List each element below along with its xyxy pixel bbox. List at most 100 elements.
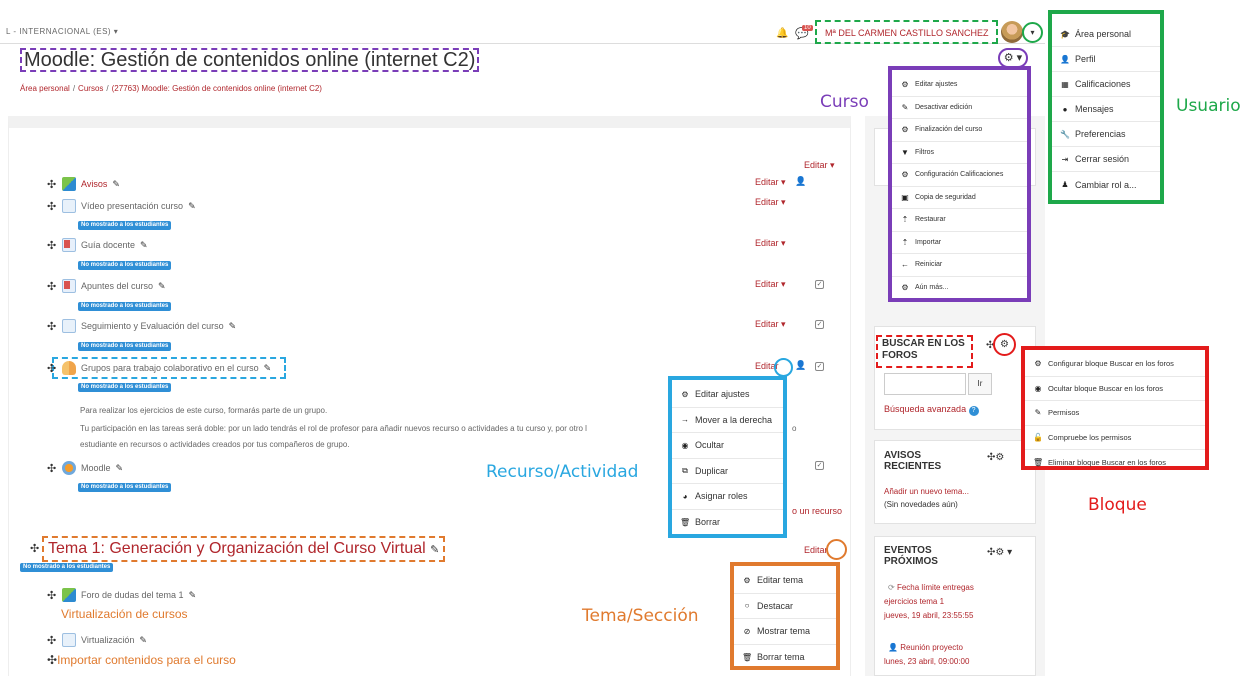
block-actions-toggle[interactable]: ⚙	[993, 333, 1016, 356]
event-date[interactable]: jueves, 19 abril, 23:55:55	[884, 611, 973, 620]
section-menu-item[interactable]: 🗑 Borrar tema	[734, 645, 836, 671]
course-actions-toggle[interactable]: ⚙ ▾	[998, 48, 1028, 68]
user-menu-item[interactable]: ● Mensajes	[1052, 97, 1160, 122]
activity-link[interactable]: Seguimiento y Evaluación del curso	[81, 321, 224, 331]
activity-menu-item[interactable]: ⧉ Duplicar	[672, 459, 783, 484]
activity-link[interactable]: Vídeo presentación curso	[81, 201, 183, 211]
subsection-link[interactable]: Virtualización de cursos	[61, 607, 188, 621]
language-selector[interactable]: L - INTERNACIONAL (ES) ▾	[6, 27, 118, 36]
avatar[interactable]	[1001, 21, 1023, 43]
activity-link[interactable]: Foro de dudas del tema 1	[81, 590, 184, 600]
pencil-icon[interactable]: ✎	[112, 179, 120, 190]
person-icon[interactable]: 👤	[795, 360, 806, 371]
pencil-icon[interactable]: ✎	[116, 463, 124, 474]
course-menu-item[interactable]: ▣ Copia de seguridad	[892, 187, 1027, 209]
search-input[interactable]	[884, 373, 966, 395]
section-menu-item[interactable]: ○ Destacar	[734, 594, 836, 619]
activity-menu-item[interactable]: ◉ Ocultar	[672, 433, 783, 459]
activity-edit-menu[interactable]: Editar ▾	[755, 238, 786, 249]
move-icon[interactable]: ✣	[47, 362, 57, 375]
user-name[interactable]: Mª DEL CARMEN CASTILLO SANCHEZ	[815, 20, 998, 44]
user-menu-item[interactable]: ♟ Cambiar rol a...	[1052, 172, 1160, 197]
block-menu-item[interactable]: 🗑 Eliminar bloque Buscar en los foros	[1025, 450, 1205, 475]
activity-menu-item[interactable]: → Mover a la derecha	[672, 408, 783, 433]
completion-checkbox[interactable]: ✓	[815, 362, 824, 371]
help-icon[interactable]: ?	[968, 406, 979, 416]
pencil-icon[interactable]: ✎	[430, 544, 439, 556]
move-icon[interactable]: ✣	[47, 589, 57, 602]
activity-link[interactable]: Grupos para trabajo colaborativo en el c…	[81, 363, 259, 373]
course-menu-item[interactable]: ⚙ Finalización del curso	[892, 119, 1027, 142]
user-menu-item[interactable]: ▦ Calificaciones	[1052, 72, 1160, 97]
person-icon[interactable]: 👤	[795, 176, 806, 187]
activity-edit-menu[interactable]: Editar ▾	[755, 197, 786, 208]
pencil-icon[interactable]: ✎	[158, 281, 166, 292]
activity-menu-item[interactable]: ◕ Asignar roles	[672, 484, 783, 510]
activity-edit-menu[interactable]: Editar ▾	[755, 279, 786, 290]
add-resource-link[interactable]: o un recurso	[792, 506, 842, 516]
move-icon[interactable]: ✣	[47, 634, 57, 647]
bell-icon[interactable]: 🔔	[776, 28, 788, 39]
course-menu-item[interactable]: ⚙ Aún más...	[892, 277, 1027, 300]
pencil-icon[interactable]: ✎	[140, 240, 148, 251]
block-controls[interactable]: ✣⚙	[987, 452, 1004, 463]
activity-edit-menu[interactable]: Editar ▾	[755, 319, 786, 330]
activity-menu-item[interactable]: ⚙ Editar ajustes	[672, 382, 783, 408]
activity-link[interactable]: Virtualización	[81, 635, 134, 645]
activity-menu-item[interactable]: 🗑 Borrar	[672, 510, 783, 536]
activity-link[interactable]: Avisos	[81, 179, 107, 189]
course-menu-item[interactable]: ⇡ Restaurar	[892, 209, 1027, 232]
user-menu-item[interactable]: 👤 Perfil	[1052, 47, 1160, 72]
section-edit-menu[interactable]: Editar ▾	[804, 160, 835, 171]
move-icon[interactable]: ✣	[47, 320, 57, 333]
pencil-icon[interactable]: ✎	[229, 321, 237, 332]
course-menu-item[interactable]: ⚙ Editar ajustes	[892, 74, 1027, 97]
section-menu-item[interactable]: ⊘ Mostrar tema	[734, 619, 836, 645]
block-menu-item[interactable]: ✎ Permisos	[1025, 401, 1205, 426]
user-menu-item[interactable]: 🔧 Preferencias	[1052, 122, 1160, 147]
user-menu-item[interactable]: 🎓 Área personal	[1052, 22, 1160, 47]
user-menu-item[interactable]: ⇥ Cerrar sesión	[1052, 147, 1160, 172]
event-link[interactable]: ejercicios tema 1	[884, 597, 944, 606]
move-icon[interactable]: ✣	[47, 200, 57, 213]
block-menu-item[interactable]: ⚙ Configurar bloque Buscar en los foros	[1025, 352, 1205, 377]
move-icon[interactable]: ✣	[47, 462, 57, 475]
subsection-link[interactable]: ✣Importar contenidos para el curso	[47, 653, 236, 667]
event-date[interactable]: lunes, 23 abril, 09:00:00	[884, 657, 969, 666]
course-menu-item[interactable]: ⚙ Configuración Calificaciones	[892, 164, 1027, 187]
breadcrumb-home[interactable]: Área personal	[20, 84, 70, 93]
block-menu-item[interactable]: ◉ Ocultar bloque Buscar en los foros	[1025, 377, 1205, 401]
breadcrumb-courses[interactable]: Cursos	[78, 84, 103, 93]
course-menu-item[interactable]: ⇡ Importar	[892, 232, 1027, 254]
block-menu-item[interactable]: 🔓 Compruebe los permisos	[1025, 426, 1205, 450]
event-link[interactable]: ⟳ Fecha límite entregas	[888, 583, 974, 592]
user-menu-toggle[interactable]: ▾	[1022, 22, 1043, 43]
advanced-search-link[interactable]: Búsqueda avanzada ?	[884, 404, 979, 416]
course-menu-item[interactable]: ← Reiniciar	[892, 254, 1027, 277]
pencil-icon[interactable]: ✎	[264, 363, 272, 374]
add-topic-link[interactable]: Añadir un nuevo tema...	[884, 487, 969, 496]
activity-link[interactable]: Moodle	[81, 463, 111, 473]
completion-checkbox[interactable]: ✓	[815, 461, 824, 470]
course-menu-item[interactable]: ▼ Filtros	[892, 142, 1027, 164]
event-link[interactable]: 👤 Reunión proyecto	[888, 643, 963, 652]
course-menu-item[interactable]: ✎ Desactivar edición	[892, 97, 1027, 119]
move-icon[interactable]: ✣	[47, 239, 57, 252]
section-edit-menu[interactable]: Editar	[804, 545, 828, 555]
completion-checkbox[interactable]: ✓	[815, 280, 824, 289]
section-menu-item[interactable]: ⚙ Editar tema	[734, 568, 836, 594]
move-icon[interactable]: ✣	[47, 653, 57, 667]
breadcrumb-course[interactable]: (27763) Moodle: Gestión de contenidos on…	[112, 84, 322, 93]
move-icon[interactable]: ✣	[47, 280, 57, 293]
move-icon[interactable]: ✣	[30, 542, 39, 555]
activity-menu-toggle[interactable]	[774, 358, 793, 377]
block-controls[interactable]: ✣⚙ ▾	[987, 547, 1012, 558]
activity-link[interactable]: Apuntes del curso	[81, 281, 153, 291]
pencil-icon[interactable]: ✎	[139, 635, 147, 646]
completion-checkbox[interactable]: ✓	[815, 320, 824, 329]
activity-edit-menu[interactable]: Editar ▾	[755, 177, 786, 188]
pencil-icon[interactable]: ✎	[188, 201, 196, 212]
section-menu-toggle[interactable]	[826, 539, 847, 560]
search-button[interactable]: Ir	[968, 373, 992, 395]
pencil-icon[interactable]: ✎	[189, 590, 197, 601]
